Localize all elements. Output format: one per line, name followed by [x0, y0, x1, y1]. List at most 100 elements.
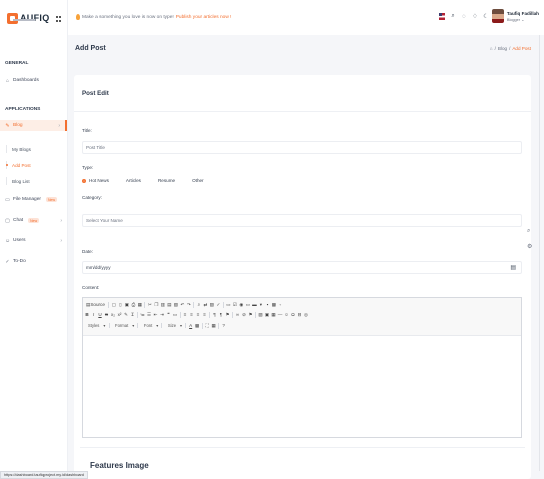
paste-word-icon[interactable]: ▧ — [174, 302, 178, 307]
paste-text-icon[interactable]: ▤ — [167, 302, 171, 307]
breadcrumb-blog[interactable]: Blog — [498, 46, 507, 51]
radio-articles[interactable]: Articles — [119, 178, 141, 183]
user-profile[interactable]: Taufiq Fadillah Blogger ⌄ — [491, 9, 539, 23]
undo-icon[interactable]: ↶ — [180, 302, 184, 307]
title-input[interactable]: Post Title — [82, 141, 522, 154]
bold-icon[interactable]: B — [85, 312, 89, 317]
copy-format-icon[interactable]: ✎ — [124, 312, 128, 317]
flag-us-icon[interactable] — [439, 13, 445, 20]
special-char-icon[interactable]: Ω — [291, 312, 295, 317]
blockquote-icon[interactable]: ❝ — [167, 312, 171, 317]
home-icon[interactable]: ⌂ — [490, 46, 493, 51]
align-center-icon[interactable]: ≡ — [190, 312, 194, 317]
subscript-icon[interactable]: x₂ — [111, 312, 115, 317]
templates-icon[interactable]: ▦ — [138, 302, 142, 307]
new-page-icon[interactable]: ▯ — [118, 302, 122, 307]
sidebar-subitem-add-post[interactable]: Add Post — [5, 161, 31, 169]
ltr-icon[interactable]: ¶ — [213, 312, 217, 317]
outdent-icon[interactable]: ⇤ — [154, 312, 158, 317]
div-icon[interactable]: ▭ — [173, 312, 177, 317]
radio-resume[interactable]: Resume — [151, 178, 175, 183]
button-icon[interactable]: ▪ — [265, 302, 269, 307]
radio-other[interactable]: Other — [185, 178, 204, 183]
align-justify-icon[interactable]: ≡ — [203, 312, 207, 317]
format-select[interactable]: Format ▾ — [112, 323, 139, 328]
paste-icon[interactable]: ▥ — [161, 302, 165, 307]
replace-icon[interactable]: ⇄ — [203, 302, 207, 307]
unlink-icon[interactable]: ⊘ — [242, 312, 246, 317]
link-icon[interactable]: ∞ — [236, 312, 240, 317]
source-button[interactable]: ▤ Source — [85, 302, 106, 308]
bg-color-icon[interactable]: ▩ — [195, 323, 199, 328]
size-select[interactable]: Size ▾ — [165, 323, 187, 328]
language-icon[interactable]: ⚑ — [225, 312, 229, 317]
image-button-icon[interactable]: ▩ — [272, 302, 276, 307]
strike-icon[interactable]: S — [105, 312, 109, 317]
textfield-icon[interactable]: ▭ — [246, 302, 250, 307]
sidebar-subitem-blog-list[interactable]: Blog List — [6, 177, 30, 185]
radio-icon[interactable]: ◉ — [239, 302, 243, 307]
find-icon[interactable]: ⌕ — [197, 302, 201, 307]
sidebar-item-blog[interactable]: ✎ Blog › — [0, 120, 67, 131]
moon-icon[interactable]: ☾ — [483, 13, 489, 20]
sidebar-subitem-my-blogs[interactable]: My Blogs — [6, 145, 31, 153]
print-icon[interactable]: ⎙ — [131, 302, 136, 307]
search-icon[interactable]: ⌕ — [527, 228, 532, 235]
select-all-icon[interactable]: ▨ — [210, 302, 214, 307]
indent-icon[interactable]: ⇥ — [160, 312, 164, 317]
rich-text-editor[interactable]: ▤ Source ▢ ▯ ▣ ⎙ ▦ ✂ ❐ ▥ ▤ ▧ ↶ ↷ ⌕ ⇄ ▨ ✓… — [82, 297, 522, 438]
align-left-icon[interactable]: ≡ — [183, 312, 187, 317]
iframe-icon[interactable]: ◎ — [304, 312, 308, 317]
logo[interactable]: AUFIQ — [7, 7, 50, 29]
maximize-icon[interactable]: ⛶ — [205, 323, 209, 328]
preview-icon[interactable]: ▣ — [125, 302, 129, 307]
settings-icon[interactable]: ⚙ — [527, 243, 532, 250]
sidebar-item-file-manager[interactable]: ▭ File Manager New — [0, 194, 67, 205]
search-icon[interactable]: ⌕ — [450, 13, 456, 20]
logo-underline — [13, 19, 35, 21]
save-icon[interactable]: ▢ — [112, 302, 116, 307]
font-select[interactable]: Font ▾ — [141, 323, 163, 328]
bell-icon[interactable]: ♢ — [472, 13, 478, 20]
sidebar-toggle-icon[interactable] — [56, 16, 62, 22]
calendar-icon[interactable]: ▤ — [510, 264, 516, 271]
spellcheck-icon[interactable]: ✓ — [216, 302, 220, 307]
select-icon[interactable]: ▾ — [259, 302, 263, 307]
page-break-icon[interactable]: ⊟ — [298, 312, 302, 317]
cut-icon[interactable]: ✂ — [148, 302, 152, 307]
text-color-icon[interactable]: A — [189, 323, 193, 328]
underline-icon[interactable]: U — [98, 312, 102, 317]
bulleted-list-icon[interactable]: ☰ — [147, 312, 151, 317]
image-icon[interactable]: ▨ — [258, 312, 262, 317]
remove-format-icon[interactable]: Ɪ — [131, 312, 135, 317]
help-icon[interactable]: ? — [222, 323, 226, 328]
copy-icon[interactable]: ❐ — [154, 302, 158, 307]
table-icon[interactable]: ▦ — [271, 312, 275, 317]
sidebar-item-todo[interactable]: ✓ To-Do — [0, 256, 67, 267]
sidebar-item-users[interactable]: ☺ Users › — [0, 235, 67, 246]
hr-icon[interactable]: ― — [278, 312, 283, 317]
italic-icon[interactable]: I — [92, 312, 96, 317]
anchor-icon[interactable]: ⚑ — [248, 312, 252, 317]
sidebar-item-chat[interactable]: ▢ Chat New › — [0, 215, 67, 226]
styles-select[interactable]: Styles ▾ — [85, 323, 110, 328]
sidebar-item-dashboards[interactable]: ⌂ Dashboards — [0, 75, 67, 86]
date-input[interactable]: mm/dd/yyyy ▤ — [82, 261, 522, 274]
flash-icon[interactable]: ▣ — [265, 312, 269, 317]
publish-link[interactable]: Publish your articles now ! — [176, 15, 232, 20]
checkbox-icon[interactable]: ☑ — [233, 302, 237, 307]
numbered-list-icon[interactable]: ≔ — [140, 312, 145, 317]
hidden-field-icon[interactable]: ▫ — [278, 302, 282, 307]
textarea-icon[interactable]: ▬ — [252, 302, 257, 307]
rtl-icon[interactable]: ¶ — [219, 312, 223, 317]
radio-hot-news[interactable]: Hot News — [82, 178, 109, 183]
show-blocks-icon[interactable]: ▦ — [211, 323, 215, 328]
redo-icon[interactable]: ↷ — [187, 302, 191, 307]
align-right-icon[interactable]: ≡ — [196, 312, 200, 317]
smiley-icon[interactable]: ☺ — [284, 312, 289, 317]
scrollbar[interactable] — [539, 35, 540, 471]
form-icon[interactable]: ▭ — [226, 302, 230, 307]
notification-icon[interactable]: ◌ — [461, 13, 467, 20]
superscript-icon[interactable]: x² — [118, 312, 122, 317]
category-select[interactable]: Select Your Name — [82, 214, 522, 227]
